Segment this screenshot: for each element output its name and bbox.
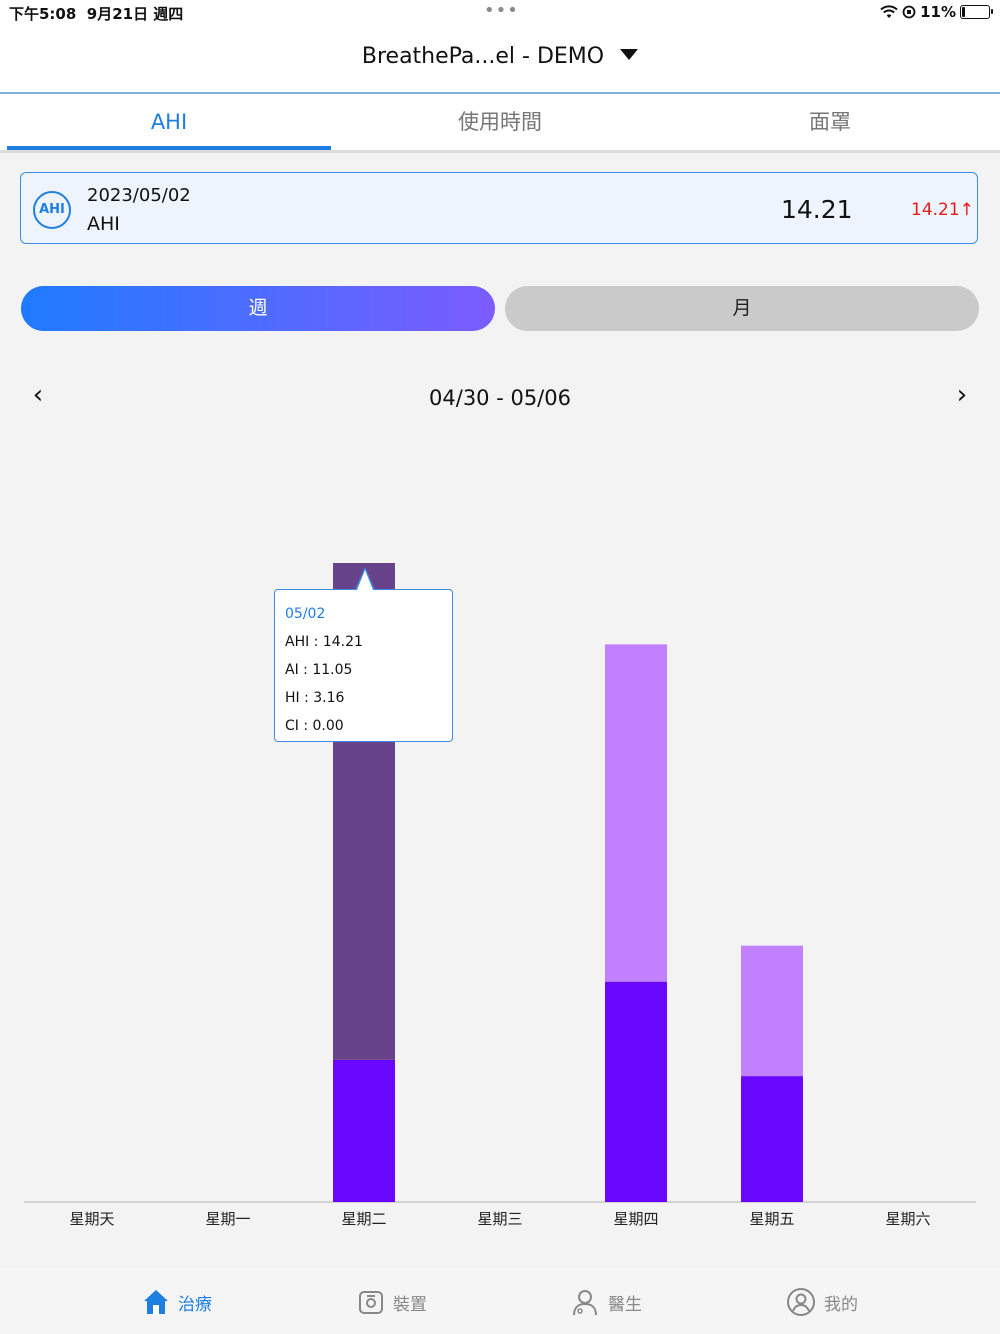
- summary-change: 14.21↑: [911, 200, 974, 220]
- ahi-badge-icon: AHI: [33, 191, 71, 229]
- summary-card[interactable]: AHI 2023/05/02 AHI 14.21 14.21↑: [20, 172, 978, 244]
- tooltip-ci: CI : 0.00: [285, 718, 344, 734]
- tabbar-doctor-label: 醫生: [608, 1294, 642, 1315]
- x-tick-label: 星期一: [205, 1210, 250, 1228]
- bar-hi-4[interactable]: [605, 981, 667, 1202]
- week-button[interactable]: 週: [21, 286, 495, 331]
- ahi-bar-chart: 星期天 星期一 星期二 星期三 星期四 星期五 星期六: [24, 563, 976, 1228]
- x-tick-label: 星期三: [477, 1210, 522, 1228]
- period-toggle: 週 月: [21, 286, 979, 331]
- bar-ai-5[interactable]: [741, 945, 803, 1077]
- date-range-label: 04/30 - 05/06: [429, 386, 571, 410]
- device-icon: [359, 1291, 383, 1314]
- x-tick-label: 星期六: [885, 1210, 930, 1228]
- rotation-lock-icon: [902, 5, 916, 19]
- battery-percent: 11%: [920, 3, 956, 21]
- wifi-icon: [880, 5, 898, 18]
- status-indicators: 11%: [880, 3, 993, 21]
- doctor-icon: [573, 1290, 597, 1316]
- profile-icon: [787, 1288, 815, 1316]
- metric-tabs: AHI 使用時間 面罩: [0, 92, 1000, 152]
- status-time: 下午5:08 9月21日 週四: [9, 3, 183, 24]
- bar-hi-2[interactable]: [333, 1059, 395, 1202]
- tab-mask[interactable]: 面罩: [665, 94, 995, 150]
- bar-ai-4[interactable]: [605, 644, 667, 982]
- tooltip-ahi: AHI : 14.21: [285, 634, 363, 650]
- device-selector[interactable]: BreathePa...el - DEMO: [0, 44, 1000, 69]
- date-range-nav: ‹ 04/30 - 05/06 ›: [0, 380, 1000, 420]
- tabbar-device[interactable]: 裝置: [357, 1286, 427, 1318]
- home-icon: [144, 1290, 168, 1314]
- x-tick-label: 星期天: [69, 1210, 114, 1228]
- summary-label: AHI: [87, 213, 120, 235]
- device-name: BreathePa...el - DEMO: [361, 44, 605, 69]
- status-time-text: 下午5:08: [9, 5, 77, 23]
- summary-date: 2023/05/02: [87, 185, 191, 206]
- tabbar-doctor[interactable]: 醫生: [570, 1286, 642, 1318]
- x-tick-label: 星期四: [613, 1210, 658, 1228]
- multitask-dots[interactable]: •••: [484, 0, 519, 21]
- tooltip-arrow: [355, 567, 375, 590]
- tabbar-treatment-label: 治療: [178, 1294, 212, 1315]
- tooltip-ai: AI : 11.05: [285, 662, 353, 678]
- next-week-icon[interactable]: ›: [950, 380, 974, 410]
- nav-header: BreathePa...el - DEMO: [0, 28, 1000, 92]
- bar-hi-5[interactable]: [741, 1076, 803, 1202]
- dropdown-caret-icon: [620, 48, 639, 60]
- tooltip-date: 05/02: [285, 606, 326, 622]
- tab-usage-time[interactable]: 使用時間: [335, 94, 665, 150]
- x-tick-label: 星期五: [749, 1210, 794, 1228]
- tabbar-device-label: 裝置: [393, 1294, 427, 1315]
- tabbar-treatment[interactable]: 治療: [142, 1286, 212, 1318]
- summary-value: 14.21: [781, 195, 853, 224]
- x-tick-label: 星期二: [341, 1210, 386, 1228]
- bottom-tab-bar: 治療 裝置 醫生 我的: [0, 1268, 1000, 1334]
- chart-tooltip: 05/02 AHI : 14.21 AI : 11.05 HI : 3.16 C…: [274, 567, 453, 742]
- tab-ahi[interactable]: AHI: [7, 94, 331, 150]
- tabbar-profile[interactable]: 我的: [786, 1286, 858, 1318]
- battery-icon: [960, 5, 993, 19]
- status-date-text: 9月21日 週四: [86, 5, 184, 23]
- tooltip-hi: HI : 3.16: [285, 690, 345, 706]
- status-bar: 下午5:08 9月21日 週四 ••• 11%: [0, 0, 1000, 28]
- month-button[interactable]: 月: [505, 286, 979, 331]
- tabs-divider: [0, 150, 1000, 153]
- tabbar-profile-label: 我的: [824, 1294, 858, 1315]
- ahi-chart: 星期天 星期一 星期二 星期三 星期四 星期五 星期六 05/02 AHI : 14.21 …: [0, 420, 1000, 1240]
